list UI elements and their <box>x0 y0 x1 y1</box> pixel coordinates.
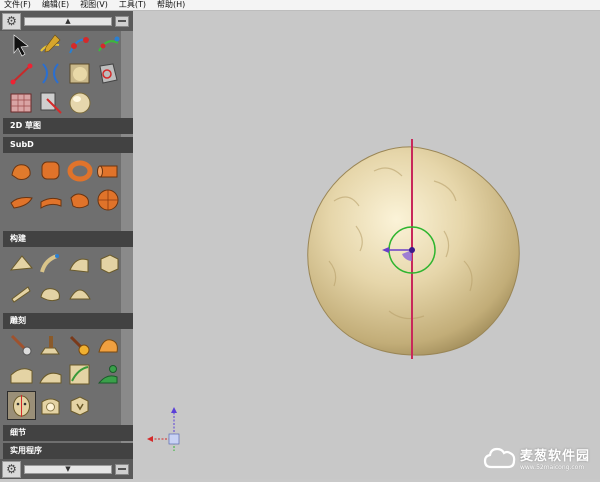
sculpt-carve-tool[interactable] <box>8 332 35 359</box>
gear-icon: ⚙ <box>6 14 17 28</box>
project-curve-tool[interactable] <box>95 60 122 87</box>
3d-viewport[interactable]: 麦葱软件园 www.52maicong.com <box>134 11 600 479</box>
grid-plane-tool[interactable] <box>8 89 35 116</box>
menu-tools[interactable]: 工具(T) <box>115 0 153 10</box>
construct-dome-tool[interactable] <box>66 279 93 306</box>
subd-plane-tool[interactable] <box>8 186 35 213</box>
sculpt-layer-tool[interactable] <box>8 361 35 388</box>
minimize-icon <box>118 468 126 470</box>
palette-bottom-settings-button[interactable]: ⚙ <box>2 460 21 478</box>
subd-cube-tool[interactable] <box>37 157 64 184</box>
mirror-curve-tool[interactable] <box>37 60 64 87</box>
sculpt-symmetry-face-tool[interactable] <box>7 391 36 420</box>
section-header-construct[interactable]: 构建 <box>3 231 133 247</box>
watermark: 麦葱软件园 www.52maicong.com <box>483 445 590 471</box>
subd-torus-tool[interactable] <box>66 157 93 184</box>
section-plane-tool[interactable] <box>37 89 64 116</box>
pencil-curve-tool[interactable] <box>37 31 64 58</box>
subd-revolve-tool[interactable] <box>66 186 93 213</box>
triangle-down-icon: ▼ <box>65 465 71 473</box>
palette-settings-button[interactable]: ⚙ <box>2 12 21 30</box>
menu-help[interactable]: 帮助(H) <box>153 0 192 10</box>
tool-palette: ⚙ ▲ 2D 草图 SubD 构建 雕刻 细节 实用程序 ⚙ ▼ <box>0 11 133 479</box>
menu-bar: 文件(F) 编辑(E) 视图(V) 工具(T) 帮助(H) <box>0 0 600 11</box>
sculpt-pin-tool[interactable] <box>95 361 122 388</box>
curve-on-surface-tool[interactable] <box>66 60 93 87</box>
menu-view[interactable]: 视图(V) <box>76 0 115 10</box>
face-icon <box>13 395 30 417</box>
subd-extrude-tool[interactable] <box>37 186 64 213</box>
section-header-detail[interactable]: 细节 <box>3 425 133 441</box>
watermark-name: 麦葱软件园 <box>519 449 590 464</box>
menu-edit[interactable]: 编辑(E) <box>38 0 76 10</box>
section-header-utilities[interactable]: 实用程序 <box>3 443 133 459</box>
cloud-logo-icon <box>483 447 516 469</box>
gizmo-center[interactable] <box>409 247 415 253</box>
construct-blob-tool[interactable] <box>37 279 64 306</box>
sculpt-groove-tool[interactable] <box>66 361 93 388</box>
triangle-up-icon: ▲ <box>65 17 71 25</box>
sculpt-detail-cube-tool[interactable] <box>66 392 93 419</box>
watermark-url: www.52maicong.com <box>519 464 585 471</box>
section-header-2d-sketch[interactable]: 2D 草图 <box>3 118 133 134</box>
sculpt-paint-tool[interactable] <box>66 332 93 359</box>
section-header-subd[interactable]: SubD <box>3 137 133 153</box>
sculpt-emboss-tool[interactable] <box>37 361 64 388</box>
palette-minimize-button[interactable] <box>115 15 129 27</box>
sculpt-smooth-tool[interactable] <box>37 332 64 359</box>
minimize-icon <box>118 20 126 22</box>
subd-cylinder-tool[interactable] <box>95 157 122 184</box>
palette-bottom-toolbar: ⚙ ▼ <box>0 459 133 479</box>
palette-scroll-down-button[interactable]: ▼ <box>24 464 112 474</box>
palette-scroll-up-button[interactable]: ▲ <box>24 16 112 26</box>
axis-triad <box>147 407 180 451</box>
subd-shape-tool[interactable] <box>8 157 35 184</box>
sphere-primitive-tool[interactable] <box>66 89 93 116</box>
menu-file[interactable]: 文件(F) <box>0 0 38 10</box>
select-arrow-tool[interactable] <box>8 31 35 58</box>
section-header-sculpt[interactable]: 雕刻 <box>3 313 133 329</box>
sculpt-deform-tool[interactable] <box>95 332 122 359</box>
sculpt-cavity-tool[interactable] <box>37 392 64 419</box>
spline-curve-tool[interactable] <box>95 31 122 58</box>
viewport-canvas[interactable] <box>134 11 600 479</box>
palette-bottom-minimize-button[interactable] <box>115 463 129 475</box>
construct-sweep-tool[interactable] <box>8 279 35 306</box>
line-tool[interactable] <box>8 60 35 87</box>
construct-tube-tool[interactable] <box>37 250 64 277</box>
gear-icon: ⚙ <box>6 462 17 476</box>
construct-box-tool[interactable] <box>95 250 122 277</box>
point-curve-tool[interactable] <box>66 31 93 58</box>
subd-sphere-tool[interactable] <box>95 186 122 213</box>
construct-loft-tool[interactable] <box>66 250 93 277</box>
construct-wedge-tool[interactable] <box>8 250 35 277</box>
palette-top-toolbar: ⚙ ▲ <box>0 11 133 31</box>
